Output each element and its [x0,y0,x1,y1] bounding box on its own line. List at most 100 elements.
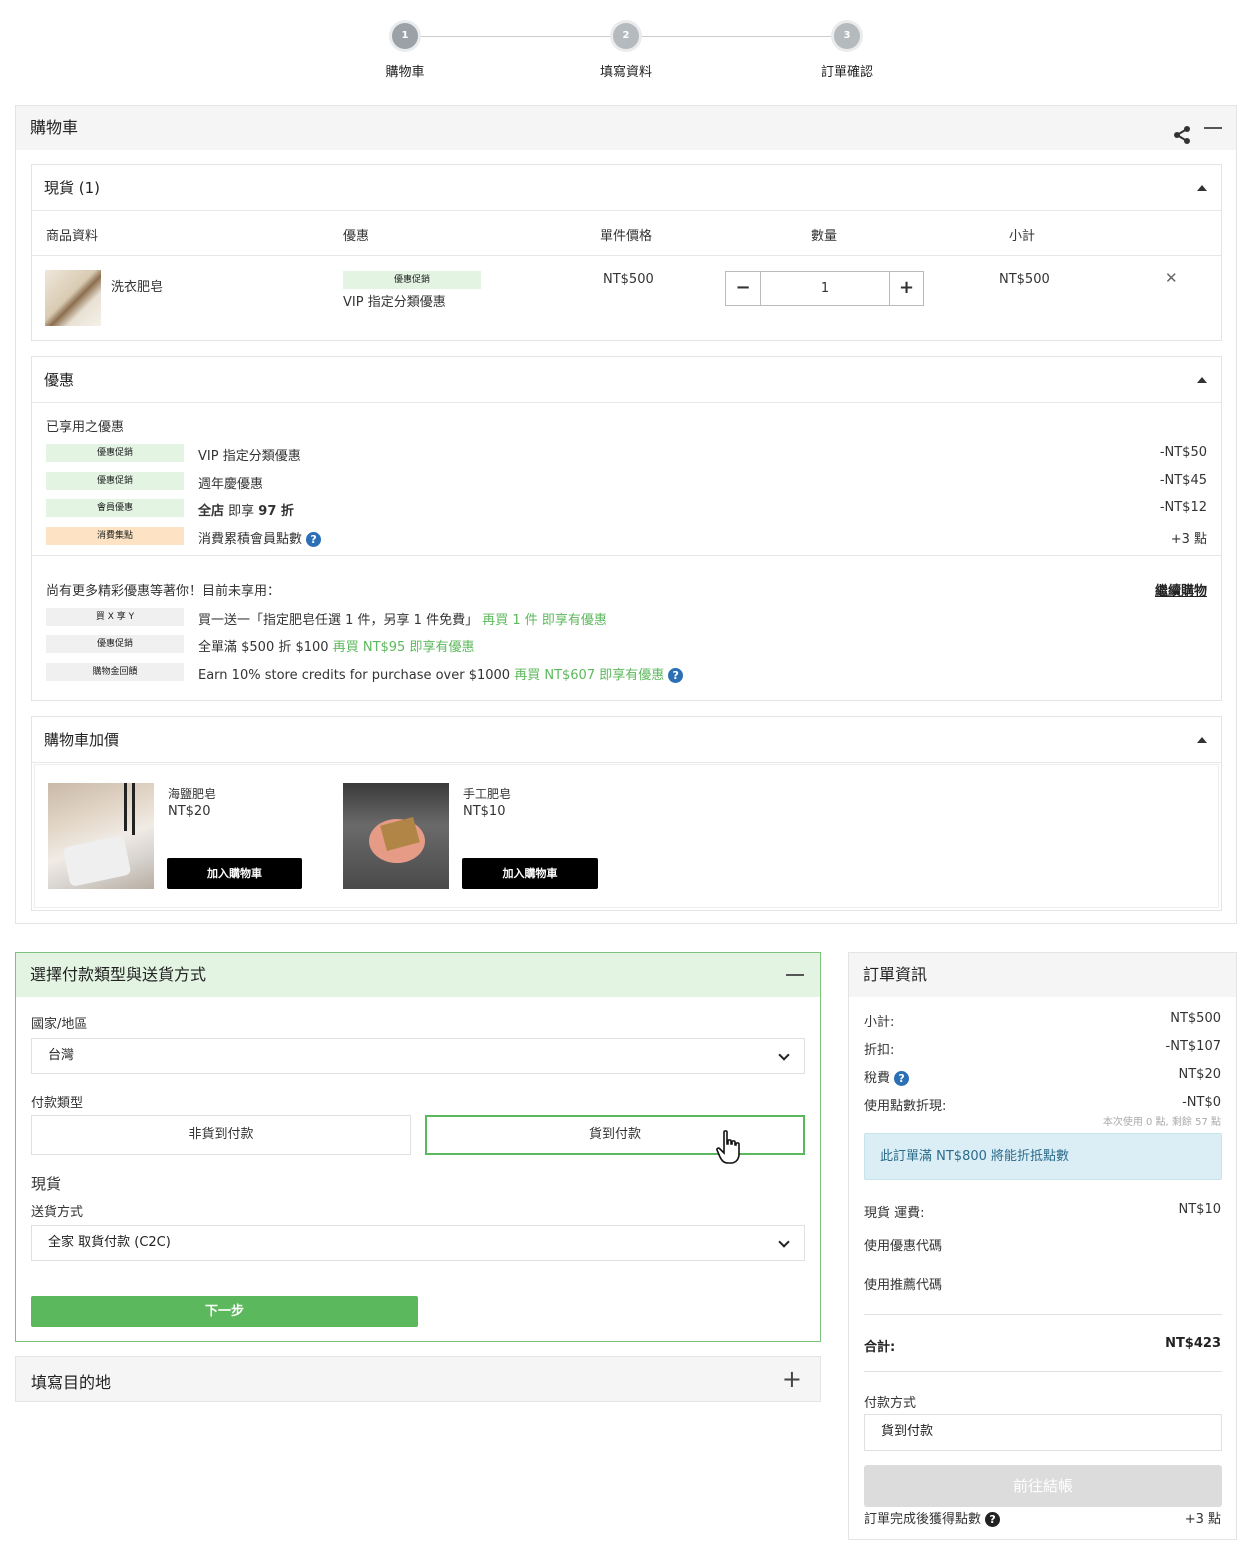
table-row: 洗衣肥皂 優惠促銷 VIP 指定分類優惠 NT$500 − 1 + NT$500… [32,257,1221,341]
promo-text: 消費累積會員點數? [198,528,322,547]
promo-text-bold: 全店 [198,504,225,519]
addon-price: NT$10 [463,804,506,819]
step-1-label: 購物車 [385,65,425,80]
step-1-dot: 1 [392,23,418,49]
order-info-panel: 訂單資訊 小計: NT$500 折扣: -NT$107 稅費? NT$20 使用… [848,952,1237,1540]
payment-method-label: 付款方式 [864,1396,917,1411]
soap-shape [62,834,132,888]
divider [864,1314,1222,1315]
divider [32,555,1221,556]
order-info-header: 訂單資訊 [849,953,1236,997]
diffuser-stick [124,783,127,831]
payment-type-label: 付款類型 [31,1096,84,1111]
addon-title: 購物車加價 [44,731,120,749]
collapse-icon[interactable] [1204,127,1222,129]
quantity-stepper: − 1 + [725,271,924,306]
col-promo: 優惠 [343,229,370,244]
promo-text-label: Earn 10% store credits for purchase over… [198,668,511,683]
promo-badge: 優惠促銷 [46,472,184,490]
step-2-dot: 2 [613,23,639,49]
payment-method-field: 貨到付款 [864,1414,1222,1451]
stock-section: 現貨 (1) 商品資料 優惠 單件價格 數量 小計 洗衣肥皂 優惠促銷 VIP … [31,164,1222,341]
subtotal-value: NT$500 [1170,1011,1221,1026]
caret-up-icon[interactable] [1197,377,1207,383]
caret-up-icon[interactable] [1197,737,1207,743]
payment-panel: 選擇付款類型與送貨方式 國家/地區 台灣 付款類型 非貨到付款 貨到付款 現貨 … [15,952,821,1342]
country-select[interactable]: 台灣 [31,1038,805,1074]
help-icon[interactable]: ? [306,532,322,547]
continue-shopping-link[interactable]: 繼續購物 [1155,580,1207,599]
shipping-fee-value: NT$10 [1178,1202,1221,1217]
product-name[interactable]: 洗衣肥皂 [111,276,163,295]
remove-icon[interactable]: ✕ [1165,269,1178,287]
promo-text: 全店 即享 97 折 [198,500,294,519]
promotions-section: 優惠 已享用之優惠 優惠促銷 VIP 指定分類優惠 -NT$50 優惠促銷 週年… [31,356,1222,701]
points-note: 本次使用 0 點, 剩餘 57 點 [1102,1117,1221,1128]
col-quantity: 數量 [811,229,838,244]
addon-image[interactable] [48,783,154,889]
promo-badge: 優惠促銷 [343,271,481,289]
shipping-select[interactable]: 全家 取貨付款 (C2C) [31,1225,805,1261]
payment-type-option[interactable]: 非貨到付款 [31,1115,411,1155]
collapse-icon[interactable] [786,974,804,976]
promo-amount: -NT$12 [1159,500,1207,515]
country-value: 台灣 [48,1048,75,1063]
earn-points-text: 訂單完成後獲得點數 [864,1512,982,1527]
total-label: 合計: [864,1340,896,1355]
expand-plus-icon[interactable]: + [782,1367,802,1391]
more-promos-label: 尚有更多精彩優惠等著你！目前未享用： [46,584,281,599]
share-icon[interactable] [1172,118,1192,144]
points-info-box: 此訂單滿 NT$800 將能折抵點數 [864,1133,1222,1180]
addon-image[interactable] [343,783,449,889]
item-subtotal: NT$500 [999,272,1050,287]
discount-value: -NT$107 [1165,1039,1221,1054]
referral-code-link[interactable]: 使用推薦代碼 [864,1274,942,1293]
payment-header[interactable]: 選擇付款類型與送貨方式 [16,953,820,997]
step-connector [626,36,847,37]
stock-section-header[interactable]: 現貨 (1) [32,165,1221,211]
country-label: 國家/地區 [31,1017,88,1032]
product-thumbnail[interactable] [45,270,101,326]
total-value: NT$423 [1165,1336,1221,1351]
shipping-fee-label: 現貨 運費: [864,1206,925,1221]
points-value: -NT$0 [1182,1095,1221,1110]
promotions-title: 優惠 [44,371,75,389]
promo-badge: 優惠促銷 [46,635,184,653]
promo-text-label: 買一送一「指定肥皂任選 1 件，另享 1 件免費」 [198,613,479,628]
payment-title: 選擇付款類型與送貨方式 [30,965,207,984]
diffuser-stick [132,783,135,835]
promo-badge: 會員優惠 [46,499,184,517]
destination-panel[interactable]: 填寫目的地 + [15,1356,821,1402]
help-icon[interactable]: ? [668,668,684,683]
unit-price: NT$500 [603,272,654,287]
minus-button[interactable]: − [726,272,761,305]
add-to-cart-button[interactable]: 加入購物車 [167,858,302,889]
promo-amount: +3 點 [1170,532,1207,547]
divider [864,1371,1222,1372]
plus-button[interactable]: + [889,272,923,305]
quantity-input[interactable]: 1 [761,272,889,305]
chevron-down-icon [778,1049,790,1061]
cart-title: 購物車 [30,118,79,137]
coupon-code-link[interactable]: 使用優惠代碼 [864,1235,942,1254]
shipping-value: 全家 取貨付款 (C2C) [48,1235,171,1250]
caret-up-icon[interactable] [1197,185,1207,191]
addon-header[interactable]: 購物車加價 [32,717,1221,763]
addon-price: NT$20 [168,804,211,819]
addon-name[interactable]: 手工肥皂 [463,785,511,802]
cart-panel-header: 購物車 [16,106,1236,150]
promotions-header[interactable]: 優惠 [32,357,1221,403]
promo-name: VIP 指定分類優惠 [343,295,446,310]
checkout-button[interactable]: 前往結帳 [864,1465,1222,1507]
help-icon[interactable]: ? [985,1512,1001,1527]
add-to-cart-button[interactable]: 加入購物車 [462,858,598,889]
order-info-title: 訂單資訊 [863,965,928,984]
payment-type-option-selected[interactable]: 貨到付款 [425,1115,805,1155]
next-step-button[interactable]: 下一步 [31,1296,418,1327]
destination-title: 填寫目的地 [31,1373,112,1392]
help-icon[interactable]: ? [894,1071,910,1086]
shipping-label: 送貨方式 [31,1205,84,1220]
addon-name[interactable]: 海鹽肥皂 [168,785,216,802]
applied-promos-label: 已享用之優惠 [46,420,125,435]
promo-text: VIP 指定分類優惠 [198,449,301,464]
